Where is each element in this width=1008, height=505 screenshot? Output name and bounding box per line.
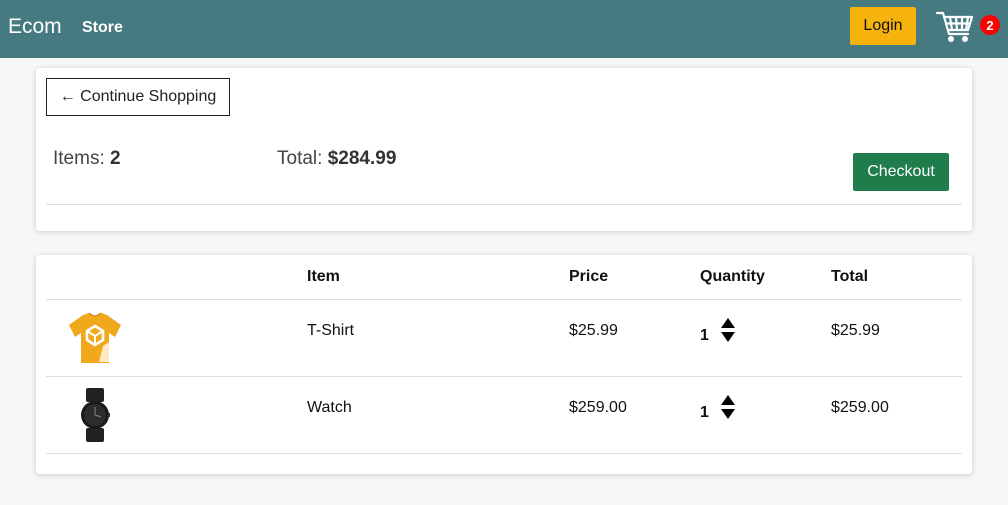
cart-count-badge: 2 bbox=[980, 15, 1000, 35]
item-name: Watch bbox=[307, 399, 352, 416]
cart-items-card: Item Price Quantity Total T-Shirt $25.99… bbox=[36, 255, 972, 474]
column-header-quantity: Quantity bbox=[700, 268, 765, 285]
brand-logo[interactable]: Ecom bbox=[8, 15, 62, 39]
item-total: $25.99 bbox=[831, 322, 880, 339]
continue-shopping-button[interactable]: ← Continue Shopping bbox=[46, 78, 230, 116]
item-total: $259.00 bbox=[831, 399, 889, 416]
item-name: T-Shirt bbox=[307, 322, 355, 339]
top-navbar: Ecom Store Login 2 bbox=[0, 0, 1008, 58]
quantity-decrease-arrow-icon[interactable] bbox=[721, 409, 735, 419]
row-divider bbox=[46, 376, 962, 377]
total-value: $284.99 bbox=[327, 148, 397, 169]
item-price: $25.99 bbox=[569, 322, 618, 339]
item-price: $259.00 bbox=[569, 399, 627, 416]
item-quantity: 1 bbox=[700, 404, 709, 421]
divider bbox=[46, 204, 962, 205]
checkout-button[interactable]: Checkout bbox=[853, 153, 949, 191]
column-header-price: Price bbox=[569, 268, 609, 285]
column-header-item: Item bbox=[307, 268, 340, 285]
quantity-decrease-arrow-icon[interactable] bbox=[721, 332, 735, 342]
item-quantity: 1 bbox=[700, 327, 709, 344]
items-value: 2 bbox=[110, 148, 121, 169]
quantity-increase-arrow-icon[interactable] bbox=[721, 318, 735, 328]
login-button[interactable]: Login bbox=[850, 7, 916, 45]
row-divider bbox=[46, 453, 962, 454]
cart-icon bbox=[935, 11, 974, 42]
quantity-increase-arrow-icon[interactable] bbox=[721, 395, 735, 405]
nav-link-store[interactable]: Store bbox=[82, 19, 123, 37]
tshirt-image bbox=[69, 312, 121, 363]
watch-image bbox=[81, 388, 110, 442]
total-label: Total: bbox=[277, 148, 323, 169]
cart-total: Total: $284.99 bbox=[277, 148, 396, 170]
cart-link[interactable]: 2 bbox=[935, 8, 1001, 48]
cart-summary-card: ← Continue Shopping Items: 2 Total: $284… bbox=[36, 68, 972, 231]
column-header-total: Total bbox=[831, 268, 869, 285]
header-divider bbox=[46, 299, 962, 300]
items-label: Items: bbox=[53, 148, 105, 169]
items-count: Items: 2 bbox=[53, 148, 121, 170]
